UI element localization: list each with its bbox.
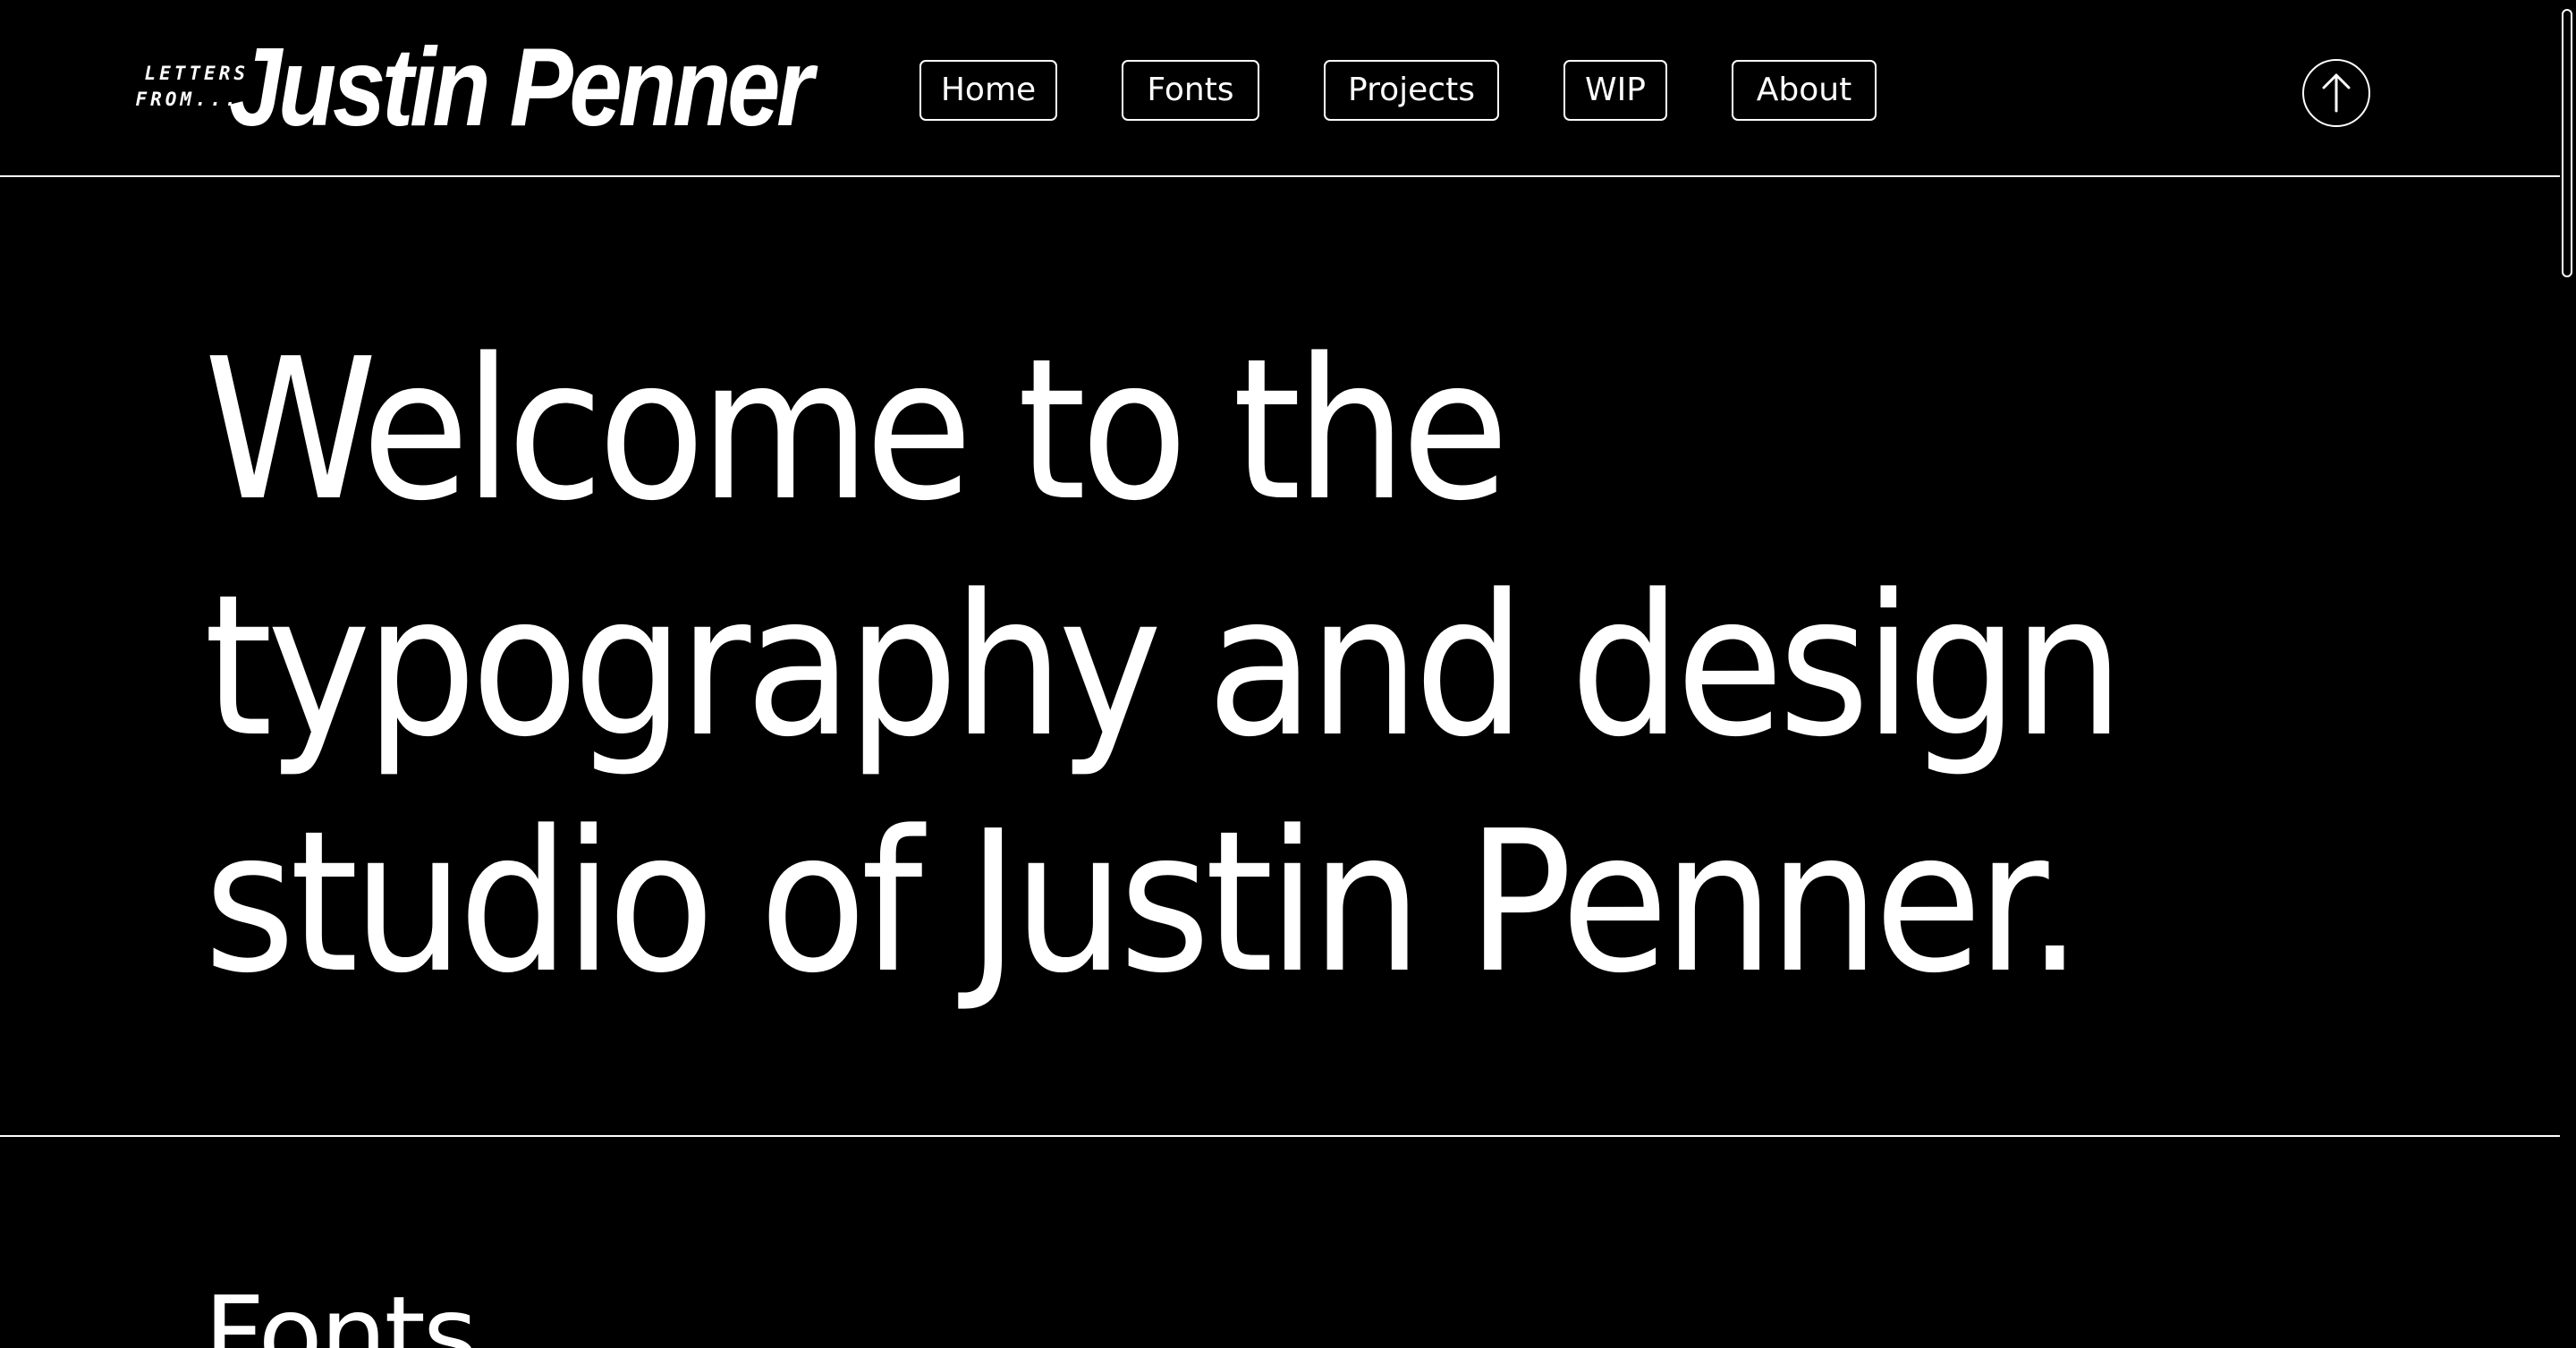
site-header: LETTERS FROM... Justin Penner Home Fonts… [0,0,2560,177]
logo-prefix: LETTERS FROM... [106,61,249,113]
logo-prefix-line-1: LETTERS [144,63,249,84]
scrollbar-thumb[interactable] [2562,9,2572,277]
hero-line-3: studio of Justin Penner. [204,790,2083,1016]
hero-heading: Welcome to the typography and design stu… [204,313,2216,1022]
scroll-to-top-button[interactable] [2302,59,2370,127]
nav-home-button[interactable]: Home [919,60,1057,121]
hero-line-2: typography and design [204,554,2124,780]
nav-projects-button[interactable]: Projects [1324,60,1499,121]
logo-prefix-line-2: FROM... [135,89,240,110]
nav-wip-button[interactable]: WIP [1563,60,1667,121]
logo-wordmark: Justin Penner [229,26,814,149]
arrow-up-icon [2322,73,2351,113]
nav-about-button[interactable]: About [1732,60,1877,121]
fonts-section-title: Fonts [204,1273,478,1348]
nav-fonts-button[interactable]: Fonts [1122,60,1259,121]
site-logo[interactable]: LETTERS FROM... Justin Penner [106,26,832,149]
section-divider [0,1135,2560,1137]
hero-line-1: Welcome to the [204,318,1509,544]
